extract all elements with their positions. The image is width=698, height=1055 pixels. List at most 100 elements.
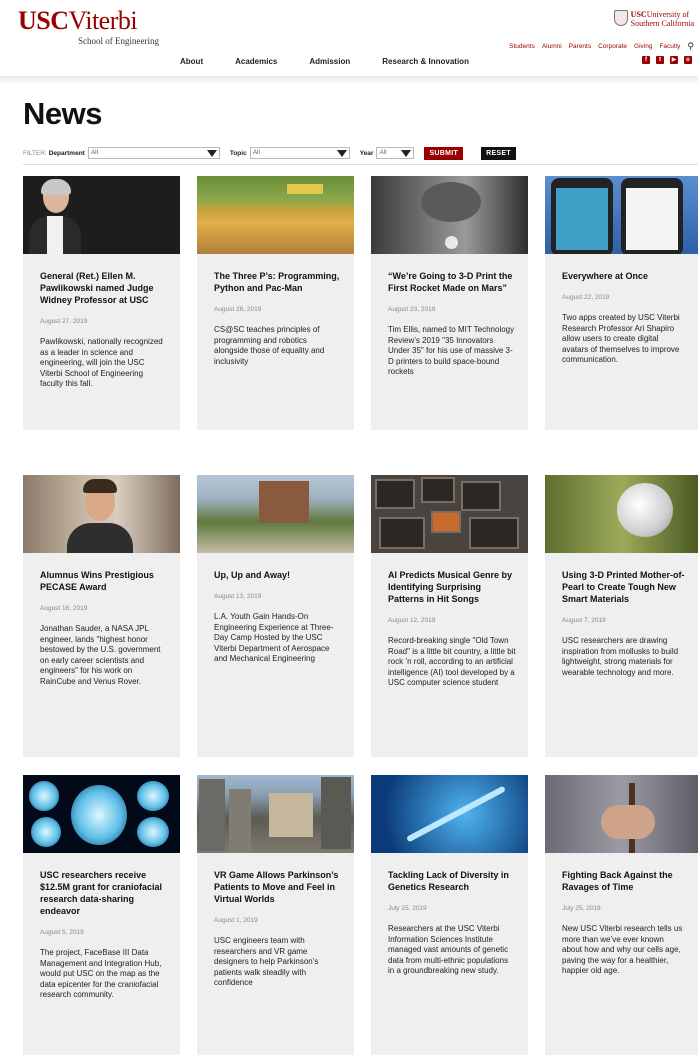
thumb-shape [379, 517, 425, 549]
year-label: Year [359, 149, 374, 157]
news-thumbnail[interactable] [371, 475, 528, 553]
usc-seal-icon [613, 10, 628, 26]
news-thumbnail[interactable] [23, 176, 180, 254]
usc-uni-usc: USC [630, 10, 647, 19]
news-card[interactable]: AI Predicts Musical Genre by Identifying… [371, 475, 528, 757]
news-date: August 13, 2019 [214, 593, 262, 600]
news-card[interactable]: Fighting Back Against the Ravages of Tim… [545, 775, 698, 1055]
year-value: All [379, 149, 387, 156]
news-card[interactable]: VR Game Allows Parkinson’s Patients to M… [197, 775, 354, 1055]
chevron-down-icon [206, 150, 217, 157]
news-thumbnail[interactable] [197, 775, 354, 853]
news-card[interactable]: “We’re Going to 3-D Print the First Rock… [371, 176, 528, 430]
thumb-shape [287, 184, 323, 194]
news-card[interactable]: Using 3-D Printed Mother-of-Pearl to Cre… [545, 475, 698, 757]
instagram-icon[interactable]: o [684, 56, 692, 64]
news-title[interactable]: Up, Up and Away! [214, 569, 342, 581]
chevron-down-icon [336, 150, 347, 157]
thumb-shape [621, 178, 683, 254]
news-title[interactable]: General (Ret.) Ellen M. Pawlikowski name… [40, 270, 168, 306]
news-title[interactable]: Everywhere at Once [562, 270, 686, 282]
news-title[interactable]: Using 3-D Printed Mother-of-Pearl to Cre… [562, 569, 686, 605]
news-summary: Pawlikowski, nationally recognized as a … [40, 337, 163, 388]
news-title[interactable]: The Three P’s: Programming, Python and P… [214, 270, 342, 294]
news-card[interactable]: Tackling Lack of Diversity in Genetics R… [371, 775, 528, 1055]
department-value: All [90, 149, 99, 156]
news-title[interactable]: AI Predicts Musical Genre by Identifying… [388, 569, 516, 605]
facebook-icon[interactable]: f [642, 56, 650, 64]
nav-admission[interactable]: Admission [309, 57, 350, 66]
news-title[interactable]: Fighting Back Against the Ravages of Tim… [562, 869, 686, 893]
news-thumbnail[interactable] [197, 176, 354, 254]
chevron-down-icon[interactable] [445, 236, 458, 249]
news-card[interactable]: The Three P’s: Programming, Python and P… [197, 176, 354, 430]
news-card[interactable]: General (Ret.) Ellen M. Pawlikowski name… [23, 176, 180, 430]
logo-subtitle: School of Engineering [78, 36, 159, 46]
social-links: f t ▶ o [642, 56, 692, 64]
usc-university-logo[interactable]: USCUniversity of Southern California [613, 10, 694, 28]
usc-uni-line1: University of [646, 10, 690, 19]
news-title[interactable]: Tackling Lack of Diversity in Genetics R… [388, 869, 516, 893]
thumb-shape [229, 789, 251, 853]
topic-select[interactable]: All [249, 147, 350, 159]
header-divider [0, 76, 698, 84]
news-thumbnail[interactable] [197, 475, 354, 553]
nav-research-innovation[interactable]: Research & Innovation [382, 57, 469, 66]
news-summary: Jonathan Sauder, a NASA JPL engineer, la… [40, 624, 161, 686]
twitter-icon[interactable]: t [656, 56, 664, 64]
audience-nav: Students Alumni Parents Corporate Giving… [509, 41, 694, 52]
news-thumbnail[interactable] [23, 475, 180, 553]
site-header: USCViterbi School of Engineering USCUniv… [0, 0, 698, 78]
news-card[interactable]: USC researchers receive $12.5M grant for… [23, 775, 180, 1055]
thumb-shape [421, 477, 455, 503]
nav-about[interactable]: About [180, 57, 203, 66]
topic-label: Topic [229, 149, 247, 157]
audience-link-alumni[interactable]: Alumni [542, 43, 562, 50]
year-select[interactable]: All [376, 147, 415, 159]
thumb-shape [41, 179, 71, 195]
audience-link-corporate[interactable]: Corporate [598, 43, 627, 50]
nav-academics[interactable]: Academics [235, 57, 277, 66]
news-thumbnail[interactable] [371, 176, 528, 254]
news-title[interactable]: USC researchers receive $12.5M grant for… [40, 869, 168, 917]
news-title[interactable]: “We’re Going to 3-D Print the First Rock… [388, 270, 516, 294]
department-select[interactable]: All [87, 147, 220, 159]
news-thumbnail[interactable] [545, 475, 698, 553]
youtube-icon[interactable]: ▶ [670, 56, 678, 64]
news-thumbnail[interactable] [545, 176, 698, 254]
news-summary: L.A. Youth Gain Hands-On Engineering Exp… [214, 612, 334, 663]
thumb-shape [31, 817, 61, 847]
audience-link-parents[interactable]: Parents [569, 43, 591, 50]
news-card[interactable]: Up, Up and Away! August 13, 2019 L.A. Yo… [197, 475, 354, 757]
thumb-shape [29, 781, 59, 811]
news-summary: Researchers at the USC Viterbi Informati… [388, 924, 509, 975]
logo-usc: USC [18, 6, 69, 35]
thumb-shape [321, 777, 351, 849]
audience-link-giving[interactable]: Giving [634, 43, 652, 50]
submit-button[interactable]: SUBMIT [424, 146, 464, 160]
news-date: August 22, 2019 [562, 294, 610, 301]
thumb-shape [269, 793, 313, 837]
news-date: August 7, 2019 [562, 617, 606, 624]
news-title[interactable]: VR Game Allows Parkinson’s Patients to M… [214, 869, 342, 905]
news-card[interactable]: Alumnus Wins Prestigious PECASE Award Au… [23, 475, 180, 757]
usc-viterbi-logo[interactable]: USCViterbi School of Engineering [18, 6, 159, 47]
news-thumbnail[interactable] [23, 775, 180, 853]
thumb-shape [375, 479, 415, 509]
news-thumbnail[interactable] [545, 775, 698, 853]
audience-link-students[interactable]: Students [509, 43, 535, 50]
search-icon[interactable]: ⚲ [687, 41, 694, 52]
news-card[interactable]: Everywhere at Once August 22, 2019 Two a… [545, 176, 698, 430]
news-date: July 25, 2019 [388, 905, 427, 912]
thumb-shape [601, 805, 655, 839]
thumb-shape [83, 479, 117, 493]
topic-value: All [252, 149, 260, 156]
news-thumbnail[interactable] [371, 775, 528, 853]
main-nav: About Academics Admission Research & Inn… [180, 57, 501, 66]
news-summary: CS@SC teaches principles of programming … [214, 325, 325, 366]
news-summary: The project, FaceBase III Data Managemen… [40, 948, 162, 999]
news-title[interactable]: Alumnus Wins Prestigious PECASE Award [40, 569, 168, 593]
thumb-shape [71, 785, 127, 845]
audience-link-faculty[interactable]: Faculty [659, 43, 680, 50]
reset-button[interactable]: RESET [481, 146, 516, 160]
